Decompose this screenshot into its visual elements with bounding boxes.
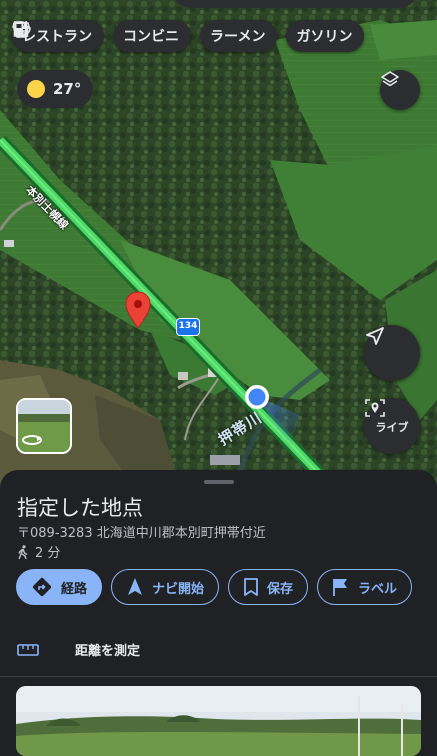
navigation-arrow-outline-icon xyxy=(366,327,384,345)
route-number-badge: 134 xyxy=(176,318,200,336)
walk-time-label: 2 分 xyxy=(35,546,61,561)
ruler-icon xyxy=(17,643,39,656)
live-view-label: ライブ xyxy=(375,420,409,434)
save-label: 保存 xyxy=(267,581,294,597)
directions-icon xyxy=(32,577,52,597)
walk-time: 2 分 xyxy=(17,542,60,561)
place-photo[interactable] xyxy=(16,686,421,756)
place-title: 指定した地点 xyxy=(17,496,143,520)
drag-handle[interactable] xyxy=(204,480,234,484)
weather-chip[interactable]: 27° xyxy=(17,70,94,108)
bookmark-icon xyxy=(244,578,258,596)
walking-icon xyxy=(18,544,28,559)
search-bar-edge[interactable] xyxy=(170,0,420,8)
label-label: ラベル xyxy=(358,581,398,597)
label-button[interactable]: ラベル xyxy=(317,569,413,605)
start-navigation-button[interactable]: ナビ開始 xyxy=(111,569,220,605)
street-view-thumbnail[interactable] xyxy=(16,398,72,454)
map-view[interactable]: 本別士幌線 134 押帯川 レストラン コンビニ ラーメン ガソリン 27° ラ… xyxy=(0,0,437,500)
directions-button[interactable]: 経路 xyxy=(16,569,103,605)
street-view-image xyxy=(18,400,70,452)
landscape-photo xyxy=(16,686,421,756)
chip-label: ガソリン xyxy=(296,29,353,45)
action-buttons: 経路 ナビ開始 保存 ラベル xyxy=(16,569,413,605)
chip-label: レストラン xyxy=(22,29,92,45)
live-view-icon xyxy=(365,399,385,417)
measure-distance-label: 距離を測定 xyxy=(75,644,141,659)
temperature: 27° xyxy=(53,80,82,98)
navigation-arrow-icon xyxy=(128,578,143,595)
current-location-dot xyxy=(245,385,269,409)
gas-station-icon xyxy=(15,22,28,36)
sun-icon xyxy=(27,80,45,98)
place-sheet[interactable]: 指定した地点 〒089-3283 北海道中川郡本別町押帯付近 2 分 経路 ナビ… xyxy=(0,470,437,756)
layers-icon xyxy=(381,71,399,87)
directions-label: 経路 xyxy=(61,581,88,597)
chip-label: ラーメン xyxy=(210,29,266,45)
start-navigation-label: ナビ開始 xyxy=(152,581,205,597)
flag-icon xyxy=(333,579,348,596)
measure-distance-row[interactable]: 距離を測定 xyxy=(17,640,140,659)
live-view-button[interactable]: ライブ xyxy=(364,398,420,454)
chip-convenience-store[interactable]: コンビニ xyxy=(12,20,191,52)
place-address: 〒089-3283 北海道中川郡本別町押帯付近 xyxy=(17,526,266,541)
layers-button[interactable] xyxy=(380,70,420,110)
chip-ramen[interactable]: ラーメン xyxy=(13,20,278,52)
divider xyxy=(0,676,437,677)
save-button[interactable]: 保存 xyxy=(228,569,309,605)
category-chips: レストラン コンビニ ラーメン ガソリン xyxy=(12,20,365,54)
chip-gas-station[interactable]: ガソリン xyxy=(15,20,365,52)
chip-label: コンビニ xyxy=(123,29,179,45)
my-location-button[interactable] xyxy=(364,325,420,381)
